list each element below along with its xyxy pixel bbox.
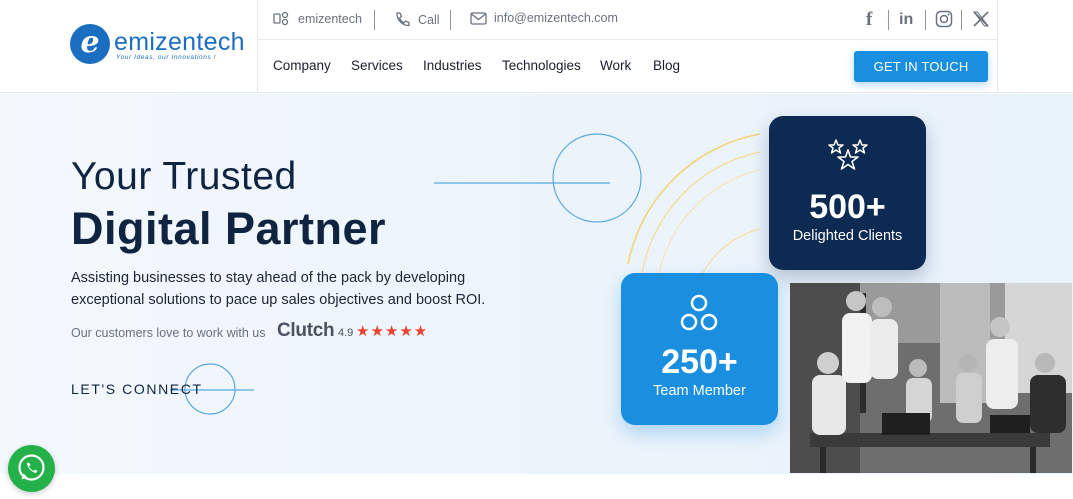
logo-wordmark: emizentech (114, 28, 245, 56)
stat-card-team: 250+ Team Member (621, 273, 778, 425)
mail-icon (470, 11, 487, 25)
instagram-icon[interactable] (935, 10, 953, 33)
customers-love-text: Our customers love to work with us (71, 326, 266, 340)
stat-value: 250+ (661, 343, 738, 381)
logo-icon: e (70, 24, 110, 64)
page-below-hero (0, 474, 1073, 499)
nav-item-technologies[interactable]: Technologies (502, 58, 581, 73)
topbar-divider (450, 10, 451, 30)
contact-topbar: emizentech Call info@emizentech.com f in (258, 0, 998, 40)
x-icon[interactable] (972, 10, 990, 33)
topbar-divider (374, 10, 375, 30)
logo-tagline: Your Ideas, our Innovations ! (116, 54, 217, 61)
nav-item-company[interactable]: Company (273, 58, 331, 73)
phone-icon (396, 12, 410, 27)
topbar-divider (888, 10, 889, 30)
team-icon (680, 294, 718, 331)
hero-description: Assisting businesses to stay ahead of th… (71, 270, 486, 308)
get-in-touch-button[interactable]: GET IN TOUCH (854, 51, 988, 82)
topbar-divider (925, 10, 926, 30)
logo-area[interactable]: e emizentech Your Ideas, our Innovations… (0, 0, 258, 92)
site-header: e emizentech Your Ideas, our Innovations… (0, 0, 1073, 93)
rating-stars-icon: ★★★★★ (356, 323, 429, 340)
whatsapp-button[interactable] (8, 445, 55, 492)
email-label: info@emizentech.com (494, 11, 618, 25)
clutch-logo[interactable]: Clutch (277, 320, 335, 342)
call-link[interactable]: Call (394, 11, 440, 28)
whatsapp-icon (18, 454, 45, 481)
facebook-icon[interactable]: f (866, 9, 872, 31)
stat-label: Delighted Clients (792, 228, 903, 244)
nav-item-work[interactable]: Work (600, 58, 631, 73)
skype-icon (273, 11, 289, 26)
clutch-rating: 4.9 (338, 327, 354, 339)
nav-item-industries[interactable]: Industries (423, 58, 482, 73)
stat-card-clients: 500+ Delighted Clients (769, 116, 926, 270)
stat-value: 500+ (809, 188, 886, 226)
topbar-divider (961, 10, 962, 30)
team-photo (790, 283, 1072, 473)
nav-item-blog[interactable]: Blog (653, 58, 680, 73)
stat-label: Team Member (653, 383, 746, 399)
hero-title-line2: Digital Partner (71, 203, 387, 254)
skype-link[interactable]: emizentech (273, 11, 362, 27)
skype-label: emizentech (298, 12, 362, 26)
hero-title-line1: Your Trusted (71, 155, 297, 198)
email-link[interactable]: info@emizentech.com (470, 11, 618, 25)
nav-item-services[interactable]: Services (351, 58, 403, 73)
stars-icon (828, 139, 868, 170)
lets-connect-link[interactable]: LET'S CONNECT (71, 381, 203, 397)
call-label: Call (418, 12, 440, 27)
linkedin-icon[interactable]: in (899, 11, 913, 29)
